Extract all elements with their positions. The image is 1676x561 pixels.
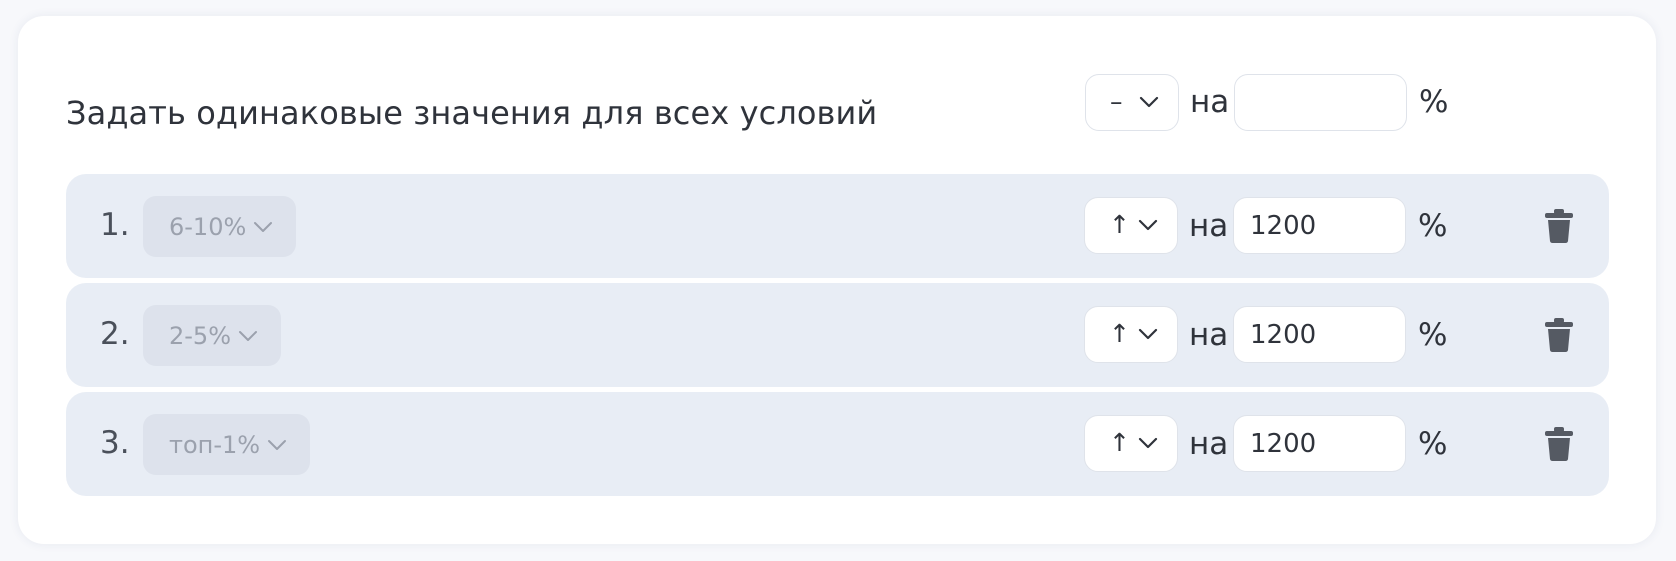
chevron-down-icon [1138,437,1158,449]
value-input[interactable] [1233,306,1406,363]
chevron-down-icon [268,439,287,450]
value-input[interactable] [1233,415,1406,472]
condition-row: 1. 6-10% ↑ на % [66,174,1609,278]
condition-row: 2. 2-5% ↑ на % [66,283,1609,387]
condition-index: 2. [100,316,130,352]
trash-icon[interactable] [1544,426,1574,462]
on-label: на [1189,208,1229,244]
conditions-list: 1. 6-10% ↑ на % 2. [66,174,1609,501]
direction-value: – [1110,87,1123,116]
chevron-down-icon [1138,328,1158,340]
range-select[interactable]: топ-1% [143,414,311,475]
percent-sign: % [1418,317,1448,353]
conditions-card: Задать одинаковые значения для всех усло… [18,16,1656,544]
chevron-down-icon [1138,219,1158,231]
condition-row: 3. топ-1% ↑ на % [66,392,1609,496]
direction-value: ↑ [1109,210,1130,239]
on-label: на [1189,317,1229,353]
range-value: 6-10% [169,212,247,241]
bulk-settings-title: Задать одинаковые значения для всех усло… [66,94,878,132]
range-value: топ-1% [169,430,261,459]
value-input[interactable] [1233,197,1406,254]
percent-sign: % [1418,208,1448,244]
bulk-direction-select[interactable]: – [1085,74,1179,131]
chevron-down-icon [1139,96,1159,108]
bulk-settings-row: Задать одинаковые значения для всех усло… [18,74,1656,146]
bulk-value-input[interactable] [1234,74,1407,131]
percent-sign: % [1419,84,1449,120]
chevron-down-icon [254,221,273,232]
on-label: на [1190,84,1230,120]
range-select[interactable]: 6-10% [143,196,297,257]
on-label: на [1189,426,1229,462]
condition-index: 3. [100,425,130,461]
trash-icon[interactable] [1544,208,1574,244]
range-select[interactable]: 2-5% [143,305,282,366]
direction-select[interactable]: ↑ [1084,306,1178,363]
percent-sign: % [1418,426,1448,462]
trash-icon[interactable] [1544,317,1574,353]
direction-select[interactable]: ↑ [1084,197,1178,254]
range-value: 2-5% [169,321,232,350]
direction-value: ↑ [1109,428,1130,457]
direction-select[interactable]: ↑ [1084,415,1178,472]
direction-value: ↑ [1109,319,1130,348]
condition-index: 1. [100,207,130,243]
chevron-down-icon [239,330,258,341]
